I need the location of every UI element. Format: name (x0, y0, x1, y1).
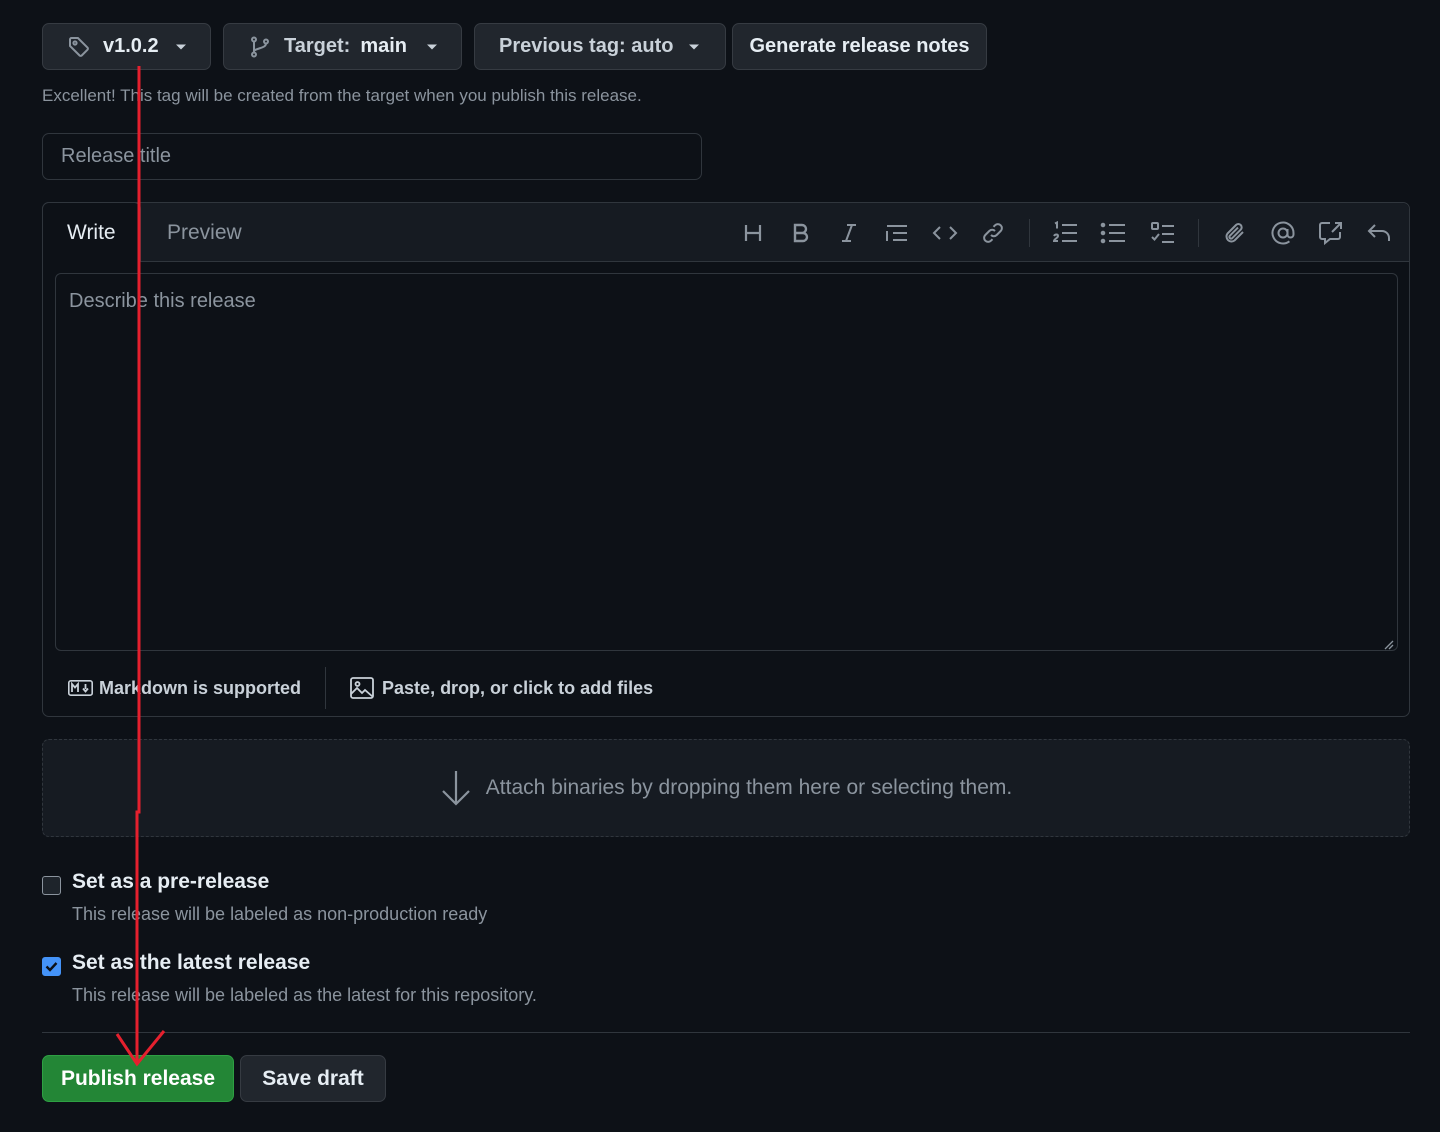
italic-icon[interactable] (832, 216, 866, 250)
release-title-input[interactable] (42, 133, 702, 180)
attach-binaries-dropzone[interactable]: Attach binaries by dropping them here or… (42, 739, 1410, 837)
attach-icon[interactable] (1218, 216, 1252, 250)
markdown-supported-link[interactable]: Markdown is supported (68, 678, 301, 699)
prerelease-checkbox[interactable] (42, 876, 61, 895)
reference-icon[interactable] (1314, 216, 1348, 250)
previous-tag-label: Previous tag: auto (499, 35, 674, 57)
latest-release-title[interactable]: Set as the latest release (72, 951, 310, 975)
code-icon[interactable] (928, 216, 962, 250)
release-form-page: v1.0.2 Target: main Previous tag: auto G… (0, 0, 1440, 1132)
target-value: main (360, 35, 407, 57)
attach-binaries-text: Attach binaries by dropping them here or… (485, 776, 1013, 799)
resize-grip-icon[interactable] (1382, 637, 1394, 650)
previous-tag-button[interactable]: Previous tag: auto (474, 23, 726, 70)
release-notes-editor: Write Preview Describe this release Mark… (42, 202, 1410, 717)
quote-icon[interactable] (880, 216, 914, 250)
latest-release-description: This release will be labeled as the late… (72, 985, 537, 1005)
heading-icon[interactable] (736, 216, 770, 250)
add-files-button[interactable]: Paste, drop, or click to add files (350, 677, 653, 699)
footer-divider (325, 667, 327, 709)
tag-icon (67, 35, 91, 59)
chevron-down-icon (687, 40, 701, 54)
checkmark-icon (45, 962, 58, 972)
editor-header: Write Preview (42, 202, 1409, 262)
editor-footer: Markdown is supported Paste, drop, or cl… (43, 658, 1409, 718)
tag-hint-text: Excellent! This tag will be created from… (42, 86, 642, 105)
prerelease-title[interactable]: Set as a pre-release (72, 870, 269, 894)
toolbar-divider (1029, 219, 1030, 247)
arrow-down-icon (440, 769, 472, 807)
save-draft-button[interactable]: Save draft (240, 1055, 386, 1102)
unordered-list-icon[interactable] (1096, 216, 1130, 250)
image-icon (350, 677, 374, 699)
undo-icon[interactable] (1362, 216, 1396, 250)
numbered-list-icon[interactable] (1048, 216, 1082, 250)
actions-divider (42, 1032, 1410, 1033)
generate-release-notes-label: Generate release notes (749, 35, 970, 57)
release-description-textarea[interactable] (55, 273, 1398, 651)
add-files-note: Paste, drop, or click to add files (382, 677, 654, 698)
target-selector-button[interactable]: Target: main (223, 23, 462, 70)
markdown-icon (68, 680, 93, 696)
target-prefix: Target: (284, 35, 351, 57)
tab-preview[interactable]: Preview (143, 203, 266, 262)
task-list-icon[interactable] (1146, 216, 1180, 250)
markdown-note: Markdown is supported (99, 677, 302, 698)
branch-icon (248, 35, 272, 59)
latest-release-checkbox[interactable] (42, 957, 61, 976)
publish-release-button[interactable]: Publish release (42, 1055, 234, 1102)
toolbar-divider (1198, 219, 1199, 247)
tag-selector-button[interactable]: v1.0.2 (42, 23, 211, 70)
bold-icon[interactable] (784, 216, 818, 250)
link-icon[interactable] (976, 216, 1010, 250)
generate-release-notes-button[interactable]: Generate release notes (732, 23, 987, 70)
mention-icon[interactable] (1266, 216, 1300, 250)
prerelease-description: This release will be labeled as non-prod… (72, 904, 488, 924)
tab-write[interactable]: Write (42, 202, 141, 262)
chevron-down-icon (174, 40, 188, 54)
tag-label: v1.0.2 (103, 35, 159, 57)
chevron-down-icon (425, 40, 439, 54)
